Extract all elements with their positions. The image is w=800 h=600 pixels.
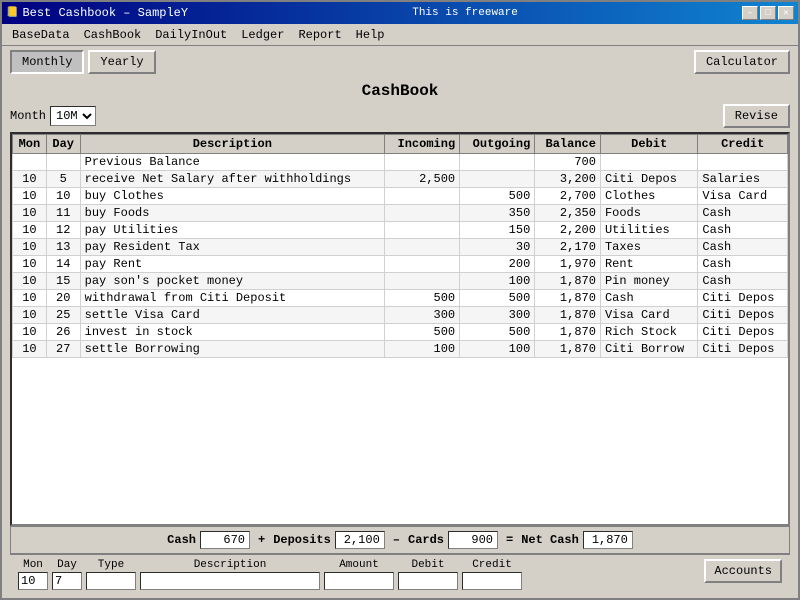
menu-cashbook[interactable]: CashBook <box>78 26 148 44</box>
table-row[interactable]: 1010buy Clothes5002,700ClothesVisa Card <box>13 188 788 205</box>
field-group-type: Type <box>86 559 136 590</box>
revise-button[interactable]: Revise <box>723 104 790 128</box>
input-credit-label: Credit <box>462 559 522 571</box>
cash-label: Cash <box>167 533 196 547</box>
deposits-value: 2,100 <box>335 531 385 549</box>
field-group-desc: Description <box>140 559 320 590</box>
month-select[interactable]: 1M2M3M4M 5M6M7M8M 9M10M11M12M <box>50 106 96 126</box>
yearly-button[interactable]: Yearly <box>88 50 155 74</box>
cards-value: 900 <box>448 531 498 549</box>
cards-label: Cards <box>408 533 444 547</box>
header-incoming: Incoming <box>385 135 460 154</box>
maximize-button[interactable]: □ <box>760 6 776 20</box>
menu-ledger[interactable]: Ledger <box>235 26 290 44</box>
netcash-value: 1,870 <box>583 531 633 549</box>
table-row[interactable]: 1013pay Resident Tax302,170TaxesCash <box>13 239 788 256</box>
input-type-label: Type <box>86 559 136 571</box>
app-icon: 📒 <box>6 7 18 19</box>
input-debit[interactable] <box>398 572 458 590</box>
month-selector-wrap: Month 1M2M3M4M 5M6M7M8M 9M10M11M12M <box>10 106 96 126</box>
title-bar-left: 📒 Best Cashbook – SampleY <box>6 6 188 20</box>
table-row[interactable]: 1020withdrawal from Citi Deposit5005001,… <box>13 290 788 307</box>
header-desc: Description <box>80 135 384 154</box>
page-title: CashBook <box>10 82 790 100</box>
field-group-credit: Credit <box>462 559 522 590</box>
window-title: Best Cashbook – SampleY <box>22 6 188 20</box>
input-amount[interactable] <box>324 572 394 590</box>
table-row[interactable]: 1011buy Foods3502,350FoodsCash <box>13 205 788 222</box>
top-controls: Month 1M2M3M4M 5M6M7M8M 9M10M11M12M Revi… <box>10 104 790 128</box>
table-row[interactable]: Previous Balance700 <box>13 154 788 171</box>
header-balance: Balance <box>535 135 601 154</box>
op2: – <box>393 533 400 547</box>
input-description[interactable] <box>140 572 320 590</box>
input-day-label: Day <box>52 559 82 571</box>
input-row-header: Mon Day Type Description <box>18 559 782 590</box>
op3: = <box>506 533 513 547</box>
cashbook-table-container: Mon Day Description Incoming Outgoing Ba… <box>10 132 790 526</box>
input-mon-label: Mon <box>18 559 48 571</box>
input-amount-label: Amount <box>324 559 394 571</box>
window-subtitle: This is freeware <box>188 7 742 19</box>
input-debit-label: Debit <box>398 559 458 571</box>
menu-help[interactable]: Help <box>350 26 391 44</box>
input-credit[interactable] <box>462 572 522 590</box>
table-row[interactable]: 1027settle Borrowing1001001,870Citi Borr… <box>13 341 788 358</box>
input-type[interactable] <box>86 572 136 590</box>
header-outgoing: Outgoing <box>460 135 535 154</box>
minimize-button[interactable]: – <box>742 6 758 20</box>
menu-report[interactable]: Report <box>292 26 347 44</box>
input-mon[interactable] <box>18 572 48 590</box>
input-fields: Mon Day Type Description <box>18 559 522 590</box>
header-day: Day <box>46 135 80 154</box>
menu-basedata[interactable]: BaseData <box>6 26 76 44</box>
summary-section: Cash 670 + Deposits 2,100 – Cards 900 = … <box>167 531 633 549</box>
input-row: Mon Day Type Description <box>10 554 790 594</box>
close-button[interactable]: ✕ <box>778 6 794 20</box>
monthly-button[interactable]: Monthly <box>10 50 84 74</box>
month-label: Month <box>10 109 46 123</box>
toolbar: Monthly Yearly Calculator <box>2 46 798 78</box>
main-window: 📒 Best Cashbook – SampleY This is freewa… <box>0 0 800 600</box>
window-controls: – □ ✕ <box>742 6 794 20</box>
accounts-button[interactable]: Accounts <box>704 559 782 583</box>
input-day[interactable] <box>52 572 82 590</box>
header-mon: Mon <box>13 135 47 154</box>
table-row[interactable]: 1014pay Rent2001,970RentCash <box>13 256 788 273</box>
netcash-label: Net Cash <box>521 533 579 547</box>
summary-bar: Cash 670 + Deposits 2,100 – Cards 900 = … <box>10 526 790 554</box>
cashbook-table: Mon Day Description Incoming Outgoing Ba… <box>12 134 788 358</box>
table-row[interactable]: 1012pay Utilities1502,200UtilitiesCash <box>13 222 788 239</box>
menu-dailyinout[interactable]: DailyInOut <box>149 26 233 44</box>
header-credit: Credit <box>698 135 788 154</box>
menu-bar: BaseData CashBook DailyInOut Ledger Repo… <box>2 24 798 46</box>
table-row[interactable]: 1015pay son's pocket money1001,870Pin mo… <box>13 273 788 290</box>
toolbar-left: Monthly Yearly <box>10 50 156 74</box>
field-group-debit: Debit <box>398 559 458 590</box>
field-group-amount: Amount <box>324 559 394 590</box>
deposits-label: Deposits <box>273 533 331 547</box>
table-row[interactable]: 1026invest in stock5005001,870Rich Stock… <box>13 324 788 341</box>
calculator-button[interactable]: Calculator <box>694 50 790 74</box>
header-debit: Debit <box>600 135 697 154</box>
title-bar: 📒 Best Cashbook – SampleY This is freewa… <box>2 2 798 24</box>
table-row[interactable]: 1025settle Visa Card3003001,870Visa Card… <box>13 307 788 324</box>
cash-value: 670 <box>200 531 250 549</box>
input-desc-label: Description <box>140 559 320 571</box>
field-group-mon: Mon <box>18 559 48 590</box>
field-group-day: Day <box>52 559 82 590</box>
main-content: CashBook Month 1M2M3M4M 5M6M7M8M 9M10M11… <box>2 78 798 598</box>
table-row[interactable]: 105receive Net Salary after withholdings… <box>13 171 788 188</box>
op1: + <box>258 533 265 547</box>
